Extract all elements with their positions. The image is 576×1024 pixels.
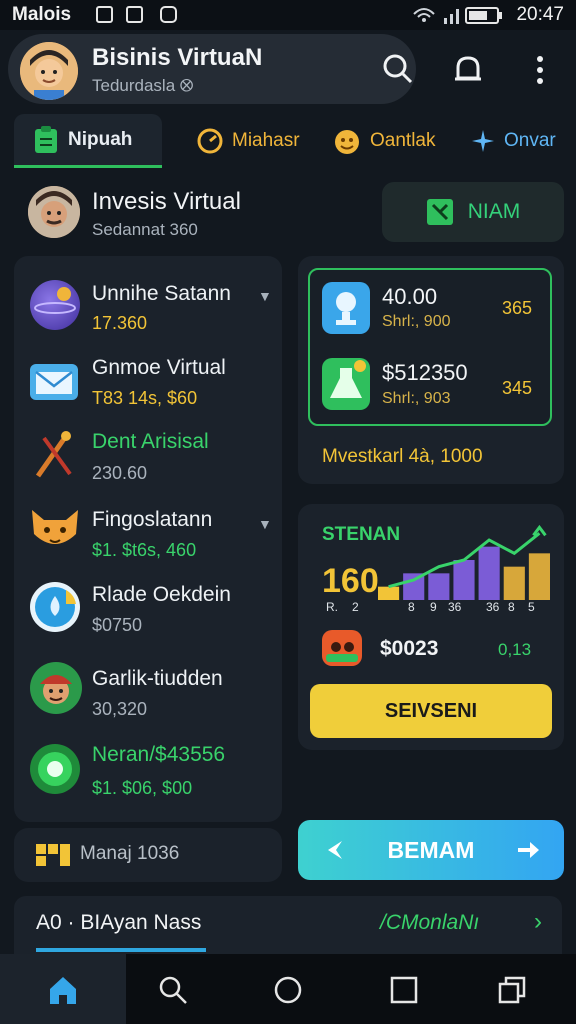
- status-icons: [413, 7, 502, 24]
- status-carrier: Malois: [12, 4, 72, 25]
- list-item-title[interactable]: Fingoslatann: [92, 508, 212, 532]
- stat-value: $512350: [382, 360, 468, 385]
- tab-onvar[interactable]: Onvar: [470, 114, 556, 168]
- list-item-value: 30,320: [92, 699, 148, 719]
- list-item-title[interactable]: Dent Arisisal: [92, 430, 209, 454]
- home-icon[interactable]: [47, 974, 79, 1006]
- stats-footer: Mvestkarl 4à, 1000: [322, 446, 483, 467]
- emoji-icon: [335, 130, 359, 154]
- circle-icon[interactable]: [272, 974, 304, 1006]
- chart-bar: [503, 566, 525, 600]
- ring-icon: [30, 744, 80, 794]
- tab-miahasr[interactable]: Miahasr: [196, 114, 300, 168]
- chevron-right-icon[interactable]: ›: [534, 908, 542, 936]
- clipboard-icon: [35, 125, 57, 153]
- page-subtitle: Tedurdasla ⭙: [92, 76, 194, 95]
- chart-tick-label: 8: [508, 600, 515, 614]
- list-item-value: 17.360: [92, 313, 148, 333]
- list-item-value: 230.60: [92, 463, 148, 483]
- stat-sub: Shrl:, 903: [382, 390, 451, 407]
- chart-tick-label: 8: [408, 600, 415, 614]
- page-title: Bisinis VirtuaN: [92, 44, 263, 71]
- niam-button-label: NIAM: [467, 200, 521, 223]
- fox-icon: [32, 510, 78, 544]
- manaj-label: Manaj 1036: [80, 843, 180, 864]
- chart-tick-label: 36: [448, 600, 462, 614]
- list-item-title[interactable]: Unnihe Satann: [92, 282, 231, 306]
- tab-nipuah[interactable]: Nipuah: [14, 114, 162, 168]
- list-item-title[interactable]: Neran/$43556: [92, 743, 225, 767]
- strip-left-label[interactable]: A0 · BIAyan Nass: [36, 911, 201, 935]
- tools-icon: [35, 431, 72, 478]
- list-item-title[interactable]: Rlade Oekdein: [92, 583, 231, 607]
- image-icon: [126, 6, 143, 23]
- more-menu-icon[interactable]: [532, 54, 548, 88]
- chart-bar: [378, 586, 400, 600]
- avatar[interactable]: [20, 42, 78, 100]
- trophy-icon: [322, 282, 370, 334]
- chart-bar: [453, 560, 475, 600]
- tab-oantlak[interactable]: Oantlak: [332, 114, 435, 168]
- sparkle-icon: [472, 130, 494, 152]
- potion-icon: [322, 358, 370, 410]
- clock-icon: [197, 128, 223, 154]
- wifi-icon: [413, 8, 435, 18]
- list-item-title[interactable]: Gnmoe Virtual: [92, 356, 226, 380]
- chevron-down-icon[interactable]: ▼: [258, 516, 272, 532]
- list-item-value: $1. $t6s, 460: [92, 540, 197, 560]
- stat-count: 345: [502, 378, 533, 398]
- chart-bar: [478, 546, 500, 600]
- box-icon: [426, 199, 453, 225]
- tab-label: Onvar: [504, 130, 556, 151]
- strip-right-link[interactable]: /CMonlaNı: [380, 911, 479, 935]
- person-icon: [30, 662, 82, 714]
- coin-icon: [322, 630, 362, 666]
- chart-big-value: 160: [322, 562, 379, 600]
- square-icon[interactable]: [388, 974, 420, 1006]
- arrow-right-icon: [517, 842, 539, 858]
- stat-sub: Shrl:, 900: [382, 313, 451, 330]
- blocks-icon: [36, 844, 70, 866]
- profile-subtitle: Sedannat 360: [92, 220, 198, 239]
- stat-count: 365: [502, 298, 533, 318]
- list-item-value: $1. $06, $00: [92, 778, 193, 798]
- profile-avatar[interactable]: [28, 186, 80, 238]
- tab-label: Oantlak: [370, 130, 436, 151]
- chart-value-secondary: 0,13: [498, 640, 532, 659]
- notification-bell-icon[interactable]: [448, 50, 488, 90]
- tab-label: Miahasr: [232, 130, 300, 151]
- bemam-button[interactable]: BEMAM: [298, 820, 564, 880]
- notification-icon: [96, 6, 113, 23]
- strip-active-indicator: [36, 948, 206, 952]
- mail-icon: [30, 364, 78, 400]
- planet-icon: [30, 280, 80, 330]
- bemam-button-label: BEMAM: [387, 836, 475, 863]
- signal-icon: [444, 18, 447, 24]
- list-item-value: T83 14s, $60: [92, 388, 198, 408]
- water-drop-icon: [30, 582, 80, 632]
- recent-apps-icon[interactable]: [496, 974, 528, 1006]
- chart-tick-label: 2: [352, 600, 359, 614]
- status-time: 20:47: [516, 4, 564, 25]
- search-icon[interactable]: [378, 49, 418, 89]
- chart-bar: [428, 573, 450, 600]
- arrow-left-icon: [328, 841, 342, 859]
- chart-tick-label: R.: [326, 600, 338, 614]
- search-icon[interactable]: [157, 974, 189, 1006]
- tab-label: Nipuah: [68, 128, 133, 150]
- seivseni-button[interactable]: SEIVSENI: [310, 684, 552, 738]
- chart-tick-label: 5: [528, 600, 535, 614]
- list-item-value: $0750: [92, 615, 143, 635]
- chart-tick-label: 36: [486, 600, 500, 614]
- chart-tick-label: 9: [430, 600, 437, 614]
- stat-value: 40.00: [382, 284, 438, 309]
- profile-name: Invesis Virtual: [92, 188, 241, 215]
- chart-bar: [528, 553, 550, 600]
- chevron-down-icon[interactable]: ▼: [258, 288, 272, 304]
- niam-button[interactable]: NIAM: [382, 182, 564, 242]
- chart-plot: [378, 524, 550, 600]
- list-item-title[interactable]: Garlik-tiudden: [92, 667, 223, 691]
- chart-value: $0023: [380, 637, 439, 660]
- message-icon: [160, 6, 177, 23]
